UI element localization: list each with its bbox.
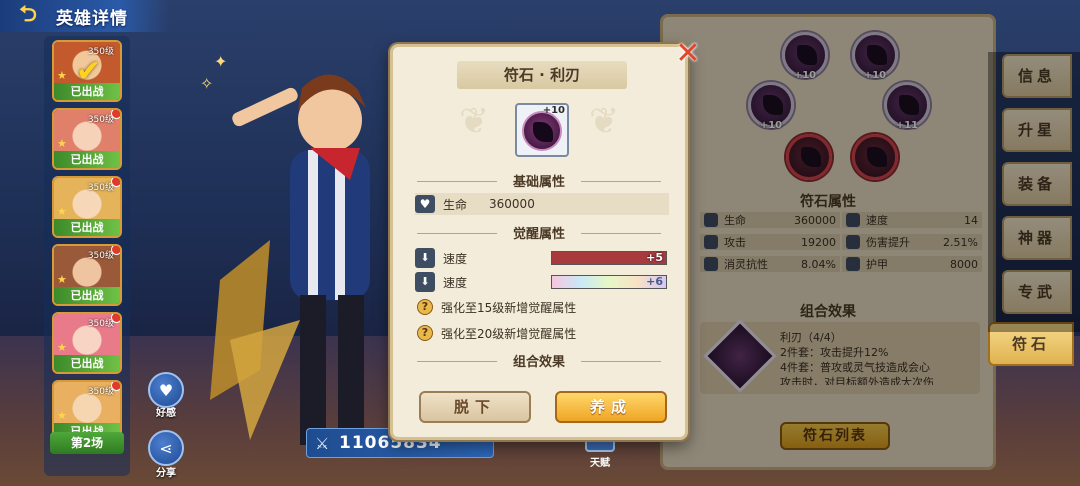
base-stat-row: ♥ 生命 360000 bbox=[415, 193, 669, 215]
deployed-badge: 已出战 bbox=[54, 151, 120, 168]
stat-name: 速度 bbox=[443, 251, 468, 266]
stat-value: 360000 bbox=[489, 197, 535, 211]
rune-orb bbox=[522, 111, 562, 151]
modal-title: 符石 · 利刃 bbox=[457, 61, 627, 89]
star-icon: ★ bbox=[57, 137, 67, 150]
boot-icon: ⬇ bbox=[415, 248, 435, 268]
combo-title: 组合效果 bbox=[393, 351, 685, 371]
rune-item: +10 bbox=[515, 103, 569, 157]
crossed-swords-icon: ⚔ bbox=[315, 434, 331, 453]
talent-label: 天赋 bbox=[590, 458, 610, 469]
stat-name: 速度 bbox=[443, 275, 468, 290]
awaken-bonus: +6 bbox=[646, 275, 663, 288]
rune-glyph-icon bbox=[533, 122, 553, 142]
hero-card[interactable]: 350级 ★ 已出战 bbox=[52, 108, 122, 170]
stat-name: 生命 bbox=[443, 197, 468, 212]
rune-level: +10 bbox=[542, 105, 565, 116]
rune-detail-modal: 符石 · 利刃 ❦ ❦ +10 基础属性 ♥ 生命 360000 觉醒属性 ⬇ … bbox=[390, 44, 688, 440]
deployed-badge: 已出战 bbox=[54, 219, 120, 236]
heart-icon: ♥ bbox=[415, 195, 435, 213]
deployed-badge: 已出战 bbox=[54, 355, 120, 372]
question-icon: ? bbox=[417, 325, 433, 341]
hero-card[interactable]: 350级 ★ 已出战 bbox=[52, 244, 122, 306]
hint-row: ? 强化至15级新增觉醒属性 bbox=[417, 297, 576, 317]
notification-dot bbox=[111, 110, 120, 119]
deployed-badge: 已出战 bbox=[54, 83, 120, 100]
hero-card[interactable]: 350级 ★ 已出战 bbox=[52, 312, 122, 374]
awaken-bonus: +5 bbox=[646, 251, 663, 264]
awaken-stat-row: ⬇ 速度 +5 bbox=[415, 247, 669, 269]
notification-dot bbox=[111, 246, 120, 255]
overlay-dim bbox=[988, 52, 1080, 332]
close-icon[interactable]: ✕ bbox=[672, 39, 704, 69]
page-title: 英雄详情 bbox=[56, 8, 128, 29]
boot-icon: ⬇ bbox=[415, 272, 435, 292]
hero-illustration: ✦ ✧ bbox=[190, 40, 420, 480]
remove-button[interactable]: 脱下 bbox=[419, 391, 531, 423]
overlay-dim bbox=[660, 14, 996, 470]
back-arrow-icon[interactable]: ⮌ bbox=[8, 2, 48, 29]
share-button[interactable]: ⋖ bbox=[148, 430, 184, 466]
deployed-badge: 已出战 bbox=[54, 287, 120, 304]
star-icon: ★ bbox=[57, 341, 67, 354]
notification-dot bbox=[111, 382, 120, 391]
hero-card[interactable]: 350级 ★ 已出战 bbox=[52, 176, 122, 238]
train-button[interactable]: 养成 bbox=[555, 391, 667, 423]
base-attr-title: 基础属性 bbox=[393, 171, 685, 191]
awaken-bar: +6 bbox=[551, 275, 667, 289]
left-wing-icon: ❦ bbox=[459, 101, 490, 142]
star-icon: ★ bbox=[57, 409, 67, 422]
hint-text: 强化至15级新增觉醒属性 bbox=[441, 300, 577, 315]
star-icon: ★ bbox=[57, 273, 67, 286]
awaken-attr-title: 觉醒属性 bbox=[393, 223, 685, 243]
share-icon: ⋖ bbox=[159, 438, 173, 458]
hero-list: 350级 ✔ ★ 已出战 350级 ★ 已出战 350级 ★ 已出战 350级 … bbox=[44, 36, 130, 476]
awaken-bar: +5 bbox=[551, 251, 667, 265]
share-label: 分享 bbox=[156, 468, 176, 479]
heart-icon: ♥ bbox=[158, 380, 174, 400]
hint-text: 强化至20级新增觉醒属性 bbox=[441, 326, 577, 341]
like-label: 好感 bbox=[156, 408, 176, 419]
sparkle-icon: ✧ bbox=[200, 74, 214, 93]
star-icon: ★ bbox=[57, 69, 67, 82]
top-bar: ⮌ 英雄详情 bbox=[0, 0, 170, 32]
right-wing-icon: ❦ bbox=[589, 101, 620, 142]
hero-card[interactable]: 350级 ✔ ★ 已出战 bbox=[52, 40, 122, 102]
star-icon: ★ bbox=[57, 205, 67, 218]
question-icon: ? bbox=[417, 299, 433, 315]
like-button[interactable]: ♥ bbox=[148, 372, 184, 408]
hero-figure bbox=[210, 74, 370, 445]
notification-dot bbox=[111, 314, 120, 323]
hint-row: ? 强化至20级新增觉醒属性 bbox=[417, 323, 576, 343]
round-label[interactable]: 第2场 bbox=[50, 432, 124, 454]
notification-dot bbox=[111, 178, 120, 187]
sparkle-icon: ✦ bbox=[214, 52, 228, 71]
awaken-stat-row: ⬇ 速度 +6 bbox=[415, 271, 669, 293]
